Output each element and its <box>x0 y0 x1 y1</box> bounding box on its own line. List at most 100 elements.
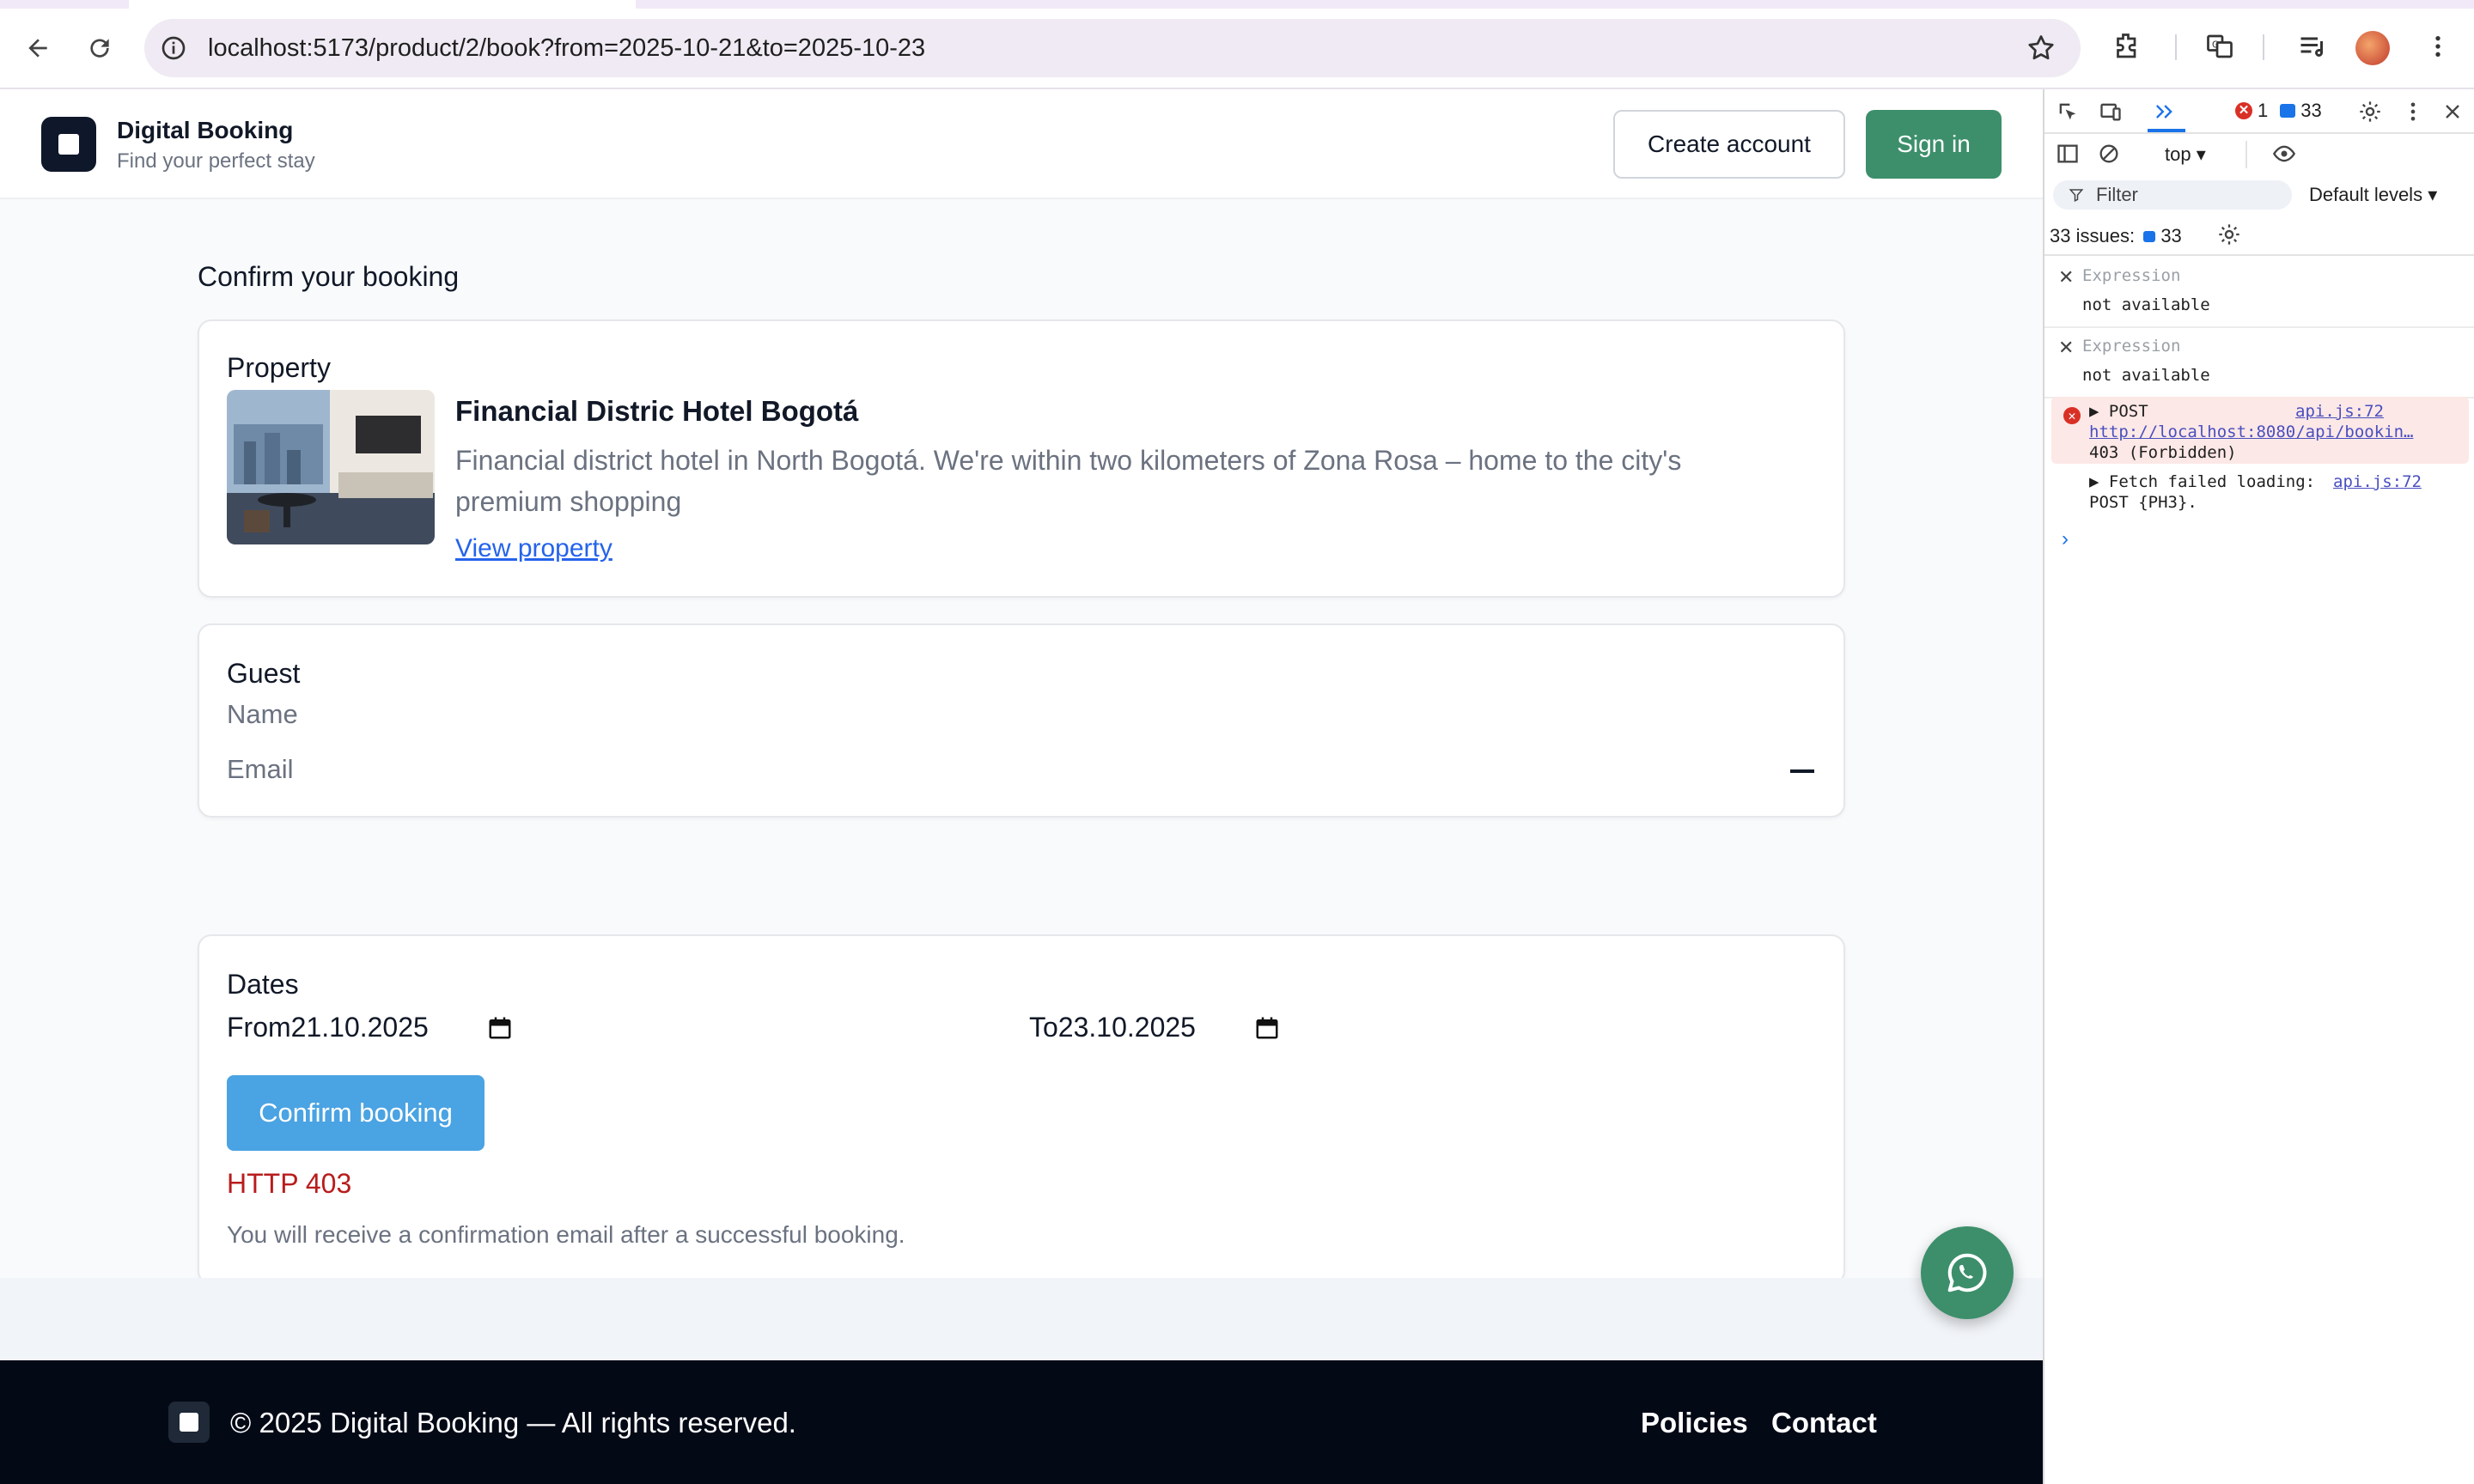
site-footer: © 2025 Digital Booking — All rights rese… <box>0 1360 2043 1484</box>
property-image <box>227 390 435 544</box>
clear-console-icon[interactable] <box>2096 141 2122 167</box>
from-date-value[interactable]: 21.10.2025 <box>291 1012 429 1043</box>
tab-strip <box>0 0 2474 9</box>
devtools-counts[interactable]: ✕ 1 33 <box>2235 100 2322 122</box>
bookmark-star-icon[interactable] <box>2026 33 2057 64</box>
brand-title[interactable]: Digital Booking <box>117 117 293 144</box>
toolbar-divider <box>2175 34 2177 60</box>
error-count-icon: ✕ <box>2235 102 2252 119</box>
create-account-button[interactable]: Create account <box>1613 110 1845 179</box>
error-message: HTTP 403 <box>227 1168 352 1199</box>
property-name: Financial Distric Hotel Bogotá <box>455 395 859 427</box>
page-bottom-band <box>0 1278 2043 1364</box>
devtools-panel: ✕ 1 33 top ▾ Filter Default levels ▾ 33 … <box>2043 89 2474 1484</box>
toolbar-divider <box>2263 34 2264 60</box>
remove-expression-icon[interactable]: ✕ <box>2058 337 2074 359</box>
footer-copyright: © 2025 Digital Booking — All rights rese… <box>230 1407 796 1438</box>
sidebar-toggle-icon[interactable] <box>2055 141 2081 167</box>
context-value: top <box>2165 143 2191 165</box>
site-header: Digital Booking Find your perfect stay C… <box>0 89 2043 199</box>
to-label: To <box>1029 1012 1058 1043</box>
brand-subtitle: Find your perfect stay <box>117 149 315 173</box>
extensions-icon[interactable] <box>2110 29 2144 64</box>
media-queue-icon[interactable] <box>2295 29 2330 64</box>
inspect-element-icon[interactable] <box>2055 99 2081 125</box>
filter-placeholder: Filter <box>2096 184 2138 205</box>
more-tabs-icon[interactable] <box>2151 99 2177 125</box>
expression-label[interactable]: Expression <box>2082 266 2180 285</box>
devtools-close-icon[interactable] <box>2440 99 2465 125</box>
active-tab-indicator <box>2148 129 2185 132</box>
whatsapp-button[interactable] <box>1921 1226 2014 1319</box>
remove-expression-icon[interactable]: ✕ <box>2058 266 2074 289</box>
console-filterbar: Filter Default levels ▾ <box>2044 173 2474 216</box>
error-count: 1 <box>2258 100 2269 121</box>
logo-icon[interactable] <box>41 117 96 172</box>
confirmation-note: You will receive a confirmation email af… <box>227 1221 905 1248</box>
filter-icon <box>2069 189 2084 202</box>
url-text[interactable]: localhost:5173/product/2/book?from=2025-… <box>208 19 925 77</box>
page-viewport: Digital Booking Find your perfect stay C… <box>0 89 2043 1484</box>
error-request-url[interactable]: http://localhost:8080/api/bookin… <box>2089 423 2414 441</box>
property-description: Financial district hotel in North Bogotá… <box>455 445 1682 517</box>
site-info-icon[interactable] <box>160 34 187 62</box>
from-date-input[interactable]: From 21.10.2025 <box>227 1012 513 1043</box>
confirm-booking-button[interactable]: Confirm booking <box>227 1075 484 1151</box>
fetch-text[interactable]: ▶ Fetch failed loading: <box>2089 472 2315 491</box>
from-label: From <box>227 1012 291 1043</box>
error-status: 403 (Forbidden) <box>2089 443 2237 462</box>
devtools-tabbar: ✕ 1 33 <box>2044 89 2474 134</box>
issues-summary: 33 issues: 33 <box>2050 225 2182 246</box>
property-heading: Property <box>227 352 331 383</box>
calendar-icon[interactable] <box>487 1015 513 1041</box>
profile-avatar[interactable] <box>2355 31 2390 65</box>
svg-text:G: G <box>2212 40 2219 51</box>
footer-link-contact[interactable]: Contact <box>1771 1407 1877 1439</box>
message-count: 33 <box>2300 100 2322 121</box>
browser-toolbar: localhost:5173/product/2/book?from=2025-… <box>0 9 2474 89</box>
fetch-source-link[interactable]: api.js:72 <box>2333 472 2422 491</box>
back-icon[interactable] <box>17 27 58 69</box>
console-error-message: ✕ ▶ POST api.js:72 http://localhost:8080… <box>2051 397 2469 464</box>
issues-bar[interactable]: 33 issues: 33 <box>2044 216 2474 256</box>
to-date-input[interactable]: To 23.10.2025 <box>1029 1012 1280 1043</box>
fetch-detail: POST {PH3}. <box>2089 493 2197 512</box>
context-selector[interactable]: top ▾ <box>2154 141 2247 168</box>
console-filter-input[interactable]: Filter <box>2053 180 2292 210</box>
error-method[interactable]: ▶ POST <box>2089 402 2148 421</box>
device-toolbar-icon[interactable] <box>2098 99 2124 125</box>
calendar-icon[interactable] <box>1254 1015 1280 1041</box>
sign-in-button[interactable]: Sign in <box>1866 110 2002 179</box>
property-card: Property Financial Distric Hotel Bogotá … <box>198 319 1845 598</box>
translate-icon[interactable]: G <box>2203 29 2237 64</box>
guest-card: Guest Name Email <box>198 623 1845 818</box>
live-expression[interactable]: ✕ Expression not available <box>2044 328 2474 398</box>
issues-settings-icon[interactable] <box>2216 222 2242 247</box>
reload-icon[interactable] <box>79 27 120 69</box>
expression-label[interactable]: Expression <box>2082 337 2180 356</box>
guest-name-label: Name <box>227 699 298 729</box>
guest-heading: Guest <box>227 658 301 689</box>
console-prompt-icon[interactable]: › <box>2062 527 2069 551</box>
devtools-settings-icon[interactable] <box>2357 99 2383 125</box>
footer-logo-icon <box>168 1402 210 1443</box>
guest-email-value-dash <box>1790 769 1814 773</box>
page-title: Confirm your booking <box>198 261 460 292</box>
dates-heading: Dates <box>227 969 299 1000</box>
active-tab[interactable] <box>129 0 636 9</box>
devtools-more-icon[interactable] <box>2400 99 2426 125</box>
guest-email-label: Email <box>227 754 294 784</box>
more-menu-icon[interactable] <box>2421 29 2455 64</box>
view-property-link[interactable]: View property <box>455 534 612 563</box>
dates-card: Dates From 21.10.2025 To 23.10.2025 Conf… <box>198 934 1845 1285</box>
expression-value: not available <box>2082 366 2210 385</box>
address-bar[interactable]: localhost:5173/product/2/book?from=2025-… <box>144 19 2081 77</box>
expression-value: not available <box>2082 295 2210 314</box>
footer-link-policies[interactable]: Policies <box>1641 1407 1748 1439</box>
live-expression[interactable]: ✕ Expression not available <box>2044 258 2474 328</box>
whatsapp-icon <box>1947 1253 1987 1292</box>
error-source-link[interactable]: api.js:72 <box>2295 402 2384 421</box>
log-levels-dropdown[interactable]: Default levels ▾ <box>2309 180 2437 210</box>
live-expression-eye-icon[interactable] <box>2271 141 2297 167</box>
to-date-value[interactable]: 23.10.2025 <box>1058 1012 1196 1043</box>
